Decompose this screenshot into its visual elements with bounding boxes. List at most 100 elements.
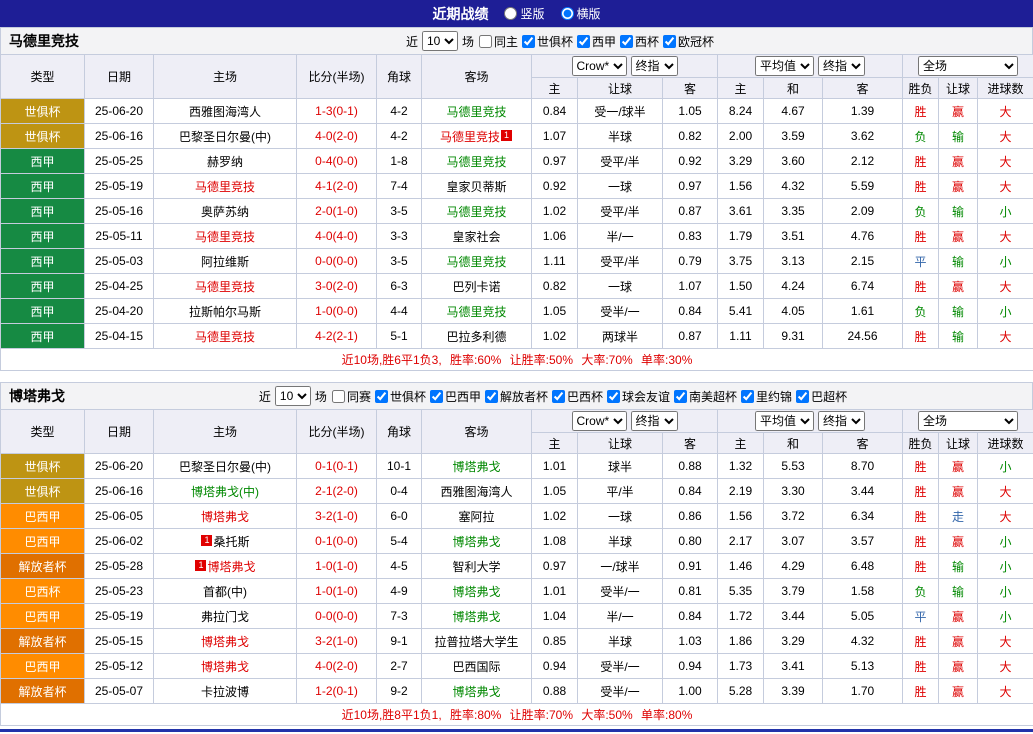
team-link[interactable]: 皇家社会: [452, 230, 500, 244]
team-link[interactable]: 拉斯帕尔马斯: [189, 305, 261, 319]
layout-vertical-option[interactable]: 竖版: [504, 5, 545, 22]
competition-filter-1[interactable]: 巴西甲: [429, 388, 481, 405]
asia-company-select[interactable]: Crow*: [571, 411, 627, 431]
competition-filter-5-checkbox[interactable]: [674, 389, 688, 403]
score-link[interactable]: 3-0(2-0): [315, 279, 358, 293]
team-link[interactable]: 博塔弗戈(中): [191, 485, 259, 499]
team-link[interactable]: 赫罗纳: [207, 155, 243, 169]
competition-filter-1-checkbox[interactable]: [577, 34, 590, 48]
competition-filter-3[interactable]: 巴西杯: [551, 388, 603, 405]
competition-filter-2-checkbox[interactable]: [620, 34, 634, 48]
euro-company-select[interactable]: 平均值: [755, 56, 814, 76]
asia-stage-select[interactable]: 终指: [630, 56, 678, 76]
team-link[interactable]: 巴列卡诺: [452, 280, 500, 294]
same-filter-checkbox[interactable]: [478, 34, 492, 48]
team-link[interactable]: 博塔弗戈: [201, 635, 249, 649]
team-link[interactable]: 博塔弗戈: [452, 610, 500, 624]
score-link[interactable]: 1-2(0-1): [315, 684, 358, 698]
competition-filter-3-checkbox[interactable]: [663, 34, 677, 48]
competition-filter-4-checkbox[interactable]: [607, 389, 621, 403]
team-link[interactable]: 马德里竞技: [446, 105, 506, 119]
competition-filter-6[interactable]: 里约锦: [740, 388, 792, 405]
team-link[interactable]: 博塔弗戈: [452, 585, 500, 599]
team-link[interactable]: 智利大学: [452, 560, 500, 574]
score-link[interactable]: 3-2(1-0): [315, 509, 358, 523]
score-link[interactable]: 1-0(0-0): [315, 304, 358, 318]
team-link[interactable]: 桑托斯: [213, 535, 249, 549]
score-link[interactable]: 0-4(0-0): [315, 154, 358, 168]
competition-filter-0[interactable]: 世俱杯: [374, 388, 426, 405]
euro-company-select[interactable]: 平均值: [755, 411, 814, 431]
score-link[interactable]: 1-0(1-0): [315, 584, 358, 598]
team-link[interactable]: 马德里竞技: [446, 305, 506, 319]
match-count-select[interactable]: 10: [421, 31, 458, 51]
competition-filter-5[interactable]: 南美超杯: [673, 388, 737, 405]
team-link[interactable]: 马德里竞技: [195, 330, 255, 344]
asia-stage-select[interactable]: 终指: [630, 411, 678, 431]
team-link[interactable]: 博塔弗戈: [207, 560, 255, 574]
score-link[interactable]: 0-1(0-1): [315, 459, 358, 473]
competition-filter-1-checkbox[interactable]: [429, 389, 443, 403]
score-link[interactable]: 0-1(0-0): [315, 534, 358, 548]
team-link[interactable]: 阿拉维斯: [201, 255, 249, 269]
team-link[interactable]: 巴西国际: [452, 660, 500, 674]
team-link[interactable]: 卡拉波博: [201, 685, 249, 699]
score-link[interactable]: 4-0(4-0): [315, 229, 358, 243]
team-link[interactable]: 塞阿拉: [458, 510, 494, 524]
scope-select[interactable]: 全场: [918, 411, 1019, 431]
team-link[interactable]: 马德里竞技: [446, 155, 506, 169]
competition-filter-4[interactable]: 球会友谊: [606, 388, 670, 405]
same-filter-checkbox[interactable]: [331, 389, 345, 403]
team-link[interactable]: 皇家贝蒂斯: [446, 180, 506, 194]
competition-filter-3-checkbox[interactable]: [552, 389, 565, 403]
team-link[interactable]: 巴黎圣日尔曼(中): [179, 460, 271, 474]
layout-horizontal-option[interactable]: 横版: [560, 5, 601, 22]
same-filter[interactable]: 同主: [478, 33, 518, 50]
team-link[interactable]: 奥萨苏纳: [201, 205, 249, 219]
euro-stage-select[interactable]: 终指: [818, 411, 865, 431]
team-link[interactable]: 博塔弗戈: [201, 510, 249, 524]
competition-filter-7[interactable]: 巴超杯: [795, 388, 847, 405]
team-link[interactable]: 博塔弗戈: [201, 660, 249, 674]
team-link[interactable]: 马德里竞技: [440, 130, 500, 144]
team-link[interactable]: 首都(中): [203, 585, 247, 599]
team-link[interactable]: 马德里竞技: [195, 180, 255, 194]
score-link[interactable]: 4-2(2-1): [315, 329, 358, 343]
team-link[interactable]: 拉普拉塔大学生: [434, 635, 518, 649]
scope-select[interactable]: 全场: [918, 56, 1019, 76]
score-link[interactable]: 1-0(1-0): [315, 559, 358, 573]
score-link[interactable]: 2-1(2-0): [315, 484, 358, 498]
competition-filter-2[interactable]: 西杯: [619, 33, 659, 50]
team-link[interactable]: 马德里竞技: [195, 280, 255, 294]
team-link[interactable]: 西雅图海湾人: [189, 105, 261, 119]
score-link[interactable]: 4-0(2-0): [315, 659, 358, 673]
team-link[interactable]: 博塔弗戈: [452, 535, 500, 549]
layout-horizontal-radio[interactable]: [560, 7, 574, 20]
score-link[interactable]: 4-1(2-0): [315, 179, 358, 193]
score-link[interactable]: 3-2(1-0): [315, 634, 358, 648]
layout-vertical-radio[interactable]: [504, 7, 518, 20]
team-link[interactable]: 西雅图海湾人: [440, 485, 512, 499]
team-link[interactable]: 博塔弗戈: [452, 460, 500, 474]
team-link[interactable]: 马德里竞技: [446, 205, 506, 219]
score-link[interactable]: 4-0(2-0): [315, 129, 358, 143]
same-filter[interactable]: 同赛: [331, 388, 371, 405]
competition-filter-2-checkbox[interactable]: [484, 389, 498, 403]
competition-filter-0-checkbox[interactable]: [374, 389, 388, 403]
team-link[interactable]: 马德里竞技: [195, 230, 255, 244]
competition-filter-3[interactable]: 欧冠杯: [662, 33, 714, 50]
score-link[interactable]: 2-0(1-0): [315, 204, 358, 218]
team-link[interactable]: 巴黎圣日尔曼(中): [179, 130, 271, 144]
competition-filter-2[interactable]: 解放者杯: [484, 388, 548, 405]
score-link[interactable]: 0-0(0-0): [315, 609, 358, 623]
competition-filter-1[interactable]: 西甲: [576, 33, 616, 50]
team-link[interactable]: 巴拉多利德: [446, 330, 506, 344]
team-link[interactable]: 马德里竞技: [446, 255, 506, 269]
match-count-select[interactable]: 10: [274, 386, 311, 406]
competition-filter-0[interactable]: 世俱杯: [521, 33, 573, 50]
score-link[interactable]: 0-0(0-0): [315, 254, 358, 268]
competition-filter-7-checkbox[interactable]: [796, 389, 810, 403]
euro-stage-select[interactable]: 终指: [818, 56, 865, 76]
team-link[interactable]: 博塔弗戈: [452, 685, 500, 699]
competition-filter-6-checkbox[interactable]: [741, 389, 755, 403]
